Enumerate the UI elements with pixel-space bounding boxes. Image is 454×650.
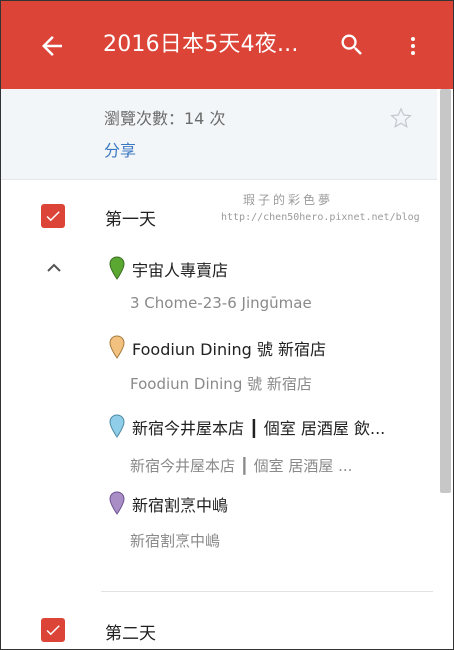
scrollbar[interactable] — [440, 89, 451, 493]
day-label[interactable]: 第二天 — [105, 619, 156, 644]
place-name[interactable]: Foodiun Dining 號 新宿店 — [132, 336, 326, 360]
check-icon — [46, 625, 60, 636]
day-label[interactable]: 第一天 — [105, 205, 156, 230]
map-pin-purple-icon — [109, 491, 125, 515]
place-address: Foodiun Dining 號 新宿店 — [130, 375, 312, 393]
search-icon[interactable] — [338, 31, 366, 59]
view-count: 瀏覽次數：14 次 — [104, 109, 226, 128]
watermark-title: 瑕子的彩色夢 — [243, 193, 334, 207]
watermark: 瑕子的彩色夢 http://chen50hero.pixnet.net/blog — [221, 191, 427, 223]
day-checkbox[interactable] — [41, 618, 65, 642]
app-screen: 2016日本5天4夜... 瀏覽次數：14 次 分享 瑕子的彩色夢 http:/… — [0, 0, 454, 650]
day-checkbox[interactable] — [41, 204, 65, 228]
share-link[interactable]: 分享 — [104, 137, 136, 161]
place-address: 新宿割烹中嶋 — [130, 532, 221, 550]
info-panel: 瀏覽次數：14 次 分享 — [1, 89, 437, 180]
watermark-url: http://chen50hero.pixnet.net/blog — [221, 212, 420, 223]
place-name[interactable]: 宇宙人專賣店 — [132, 257, 228, 281]
page-title: 2016日本5天4夜... — [103, 32, 299, 57]
app-bar: 2016日本5天4夜... — [1, 1, 453, 89]
place-address: 3 Chome-23-6 Jingūmae — [130, 294, 312, 312]
star-icon[interactable] — [389, 106, 413, 130]
chevron-up-icon[interactable] — [44, 259, 64, 275]
map-pin-orange-icon — [109, 335, 125, 359]
place-address: 新宿今井屋本店 ┃ 個室 居酒屋 ... — [130, 457, 353, 475]
check-icon — [46, 211, 60, 222]
back-arrow-icon[interactable] — [37, 31, 67, 61]
place-name[interactable]: 新宿割烹中嶋 — [132, 492, 228, 516]
map-pin-green-icon — [109, 256, 125, 280]
map-pin-blue-icon — [109, 414, 125, 438]
more-vert-icon[interactable] — [401, 31, 425, 61]
place-name[interactable]: 新宿今井屋本店 ┃ 個室 居酒屋 飲... — [132, 415, 385, 439]
divider — [101, 591, 433, 592]
